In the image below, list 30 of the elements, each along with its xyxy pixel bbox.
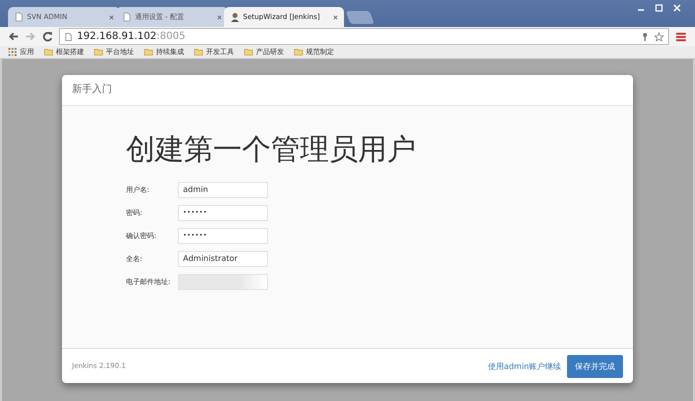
close-tab-icon[interactable] xyxy=(109,14,114,20)
maximize-button[interactable] xyxy=(655,4,663,12)
key-icon[interactable] xyxy=(640,32,650,42)
page-icon xyxy=(122,12,132,22)
url-host: 192.168.91.102 xyxy=(77,31,157,42)
folder-icon xyxy=(194,48,203,56)
reload-button[interactable] xyxy=(42,31,53,42)
continue-as-admin-link[interactable]: 使用admin账户继续 xyxy=(488,360,561,372)
apps-grid-icon xyxy=(8,48,17,56)
star-icon[interactable] xyxy=(654,32,664,42)
page-heading: 创建第一个管理员用户 xyxy=(126,131,417,168)
close-tab-icon[interactable] xyxy=(217,14,222,20)
folder-icon xyxy=(144,48,153,56)
save-and-finish-button[interactable]: 保存并完成 xyxy=(567,354,623,378)
address-bar[interactable]: 192.168.91.102:8005 xyxy=(59,28,669,45)
text-field[interactable]: admin xyxy=(178,182,268,198)
page-icon xyxy=(14,12,24,22)
url-port: :8005 xyxy=(156,31,186,42)
folder-icon xyxy=(244,48,253,56)
close-tab-icon[interactable] xyxy=(333,14,338,20)
folder-icon xyxy=(294,48,303,56)
close-button[interactable] xyxy=(673,4,681,12)
back-button[interactable] xyxy=(8,31,19,42)
menu-icon[interactable] xyxy=(675,30,687,42)
email-field[interactable] xyxy=(178,274,268,290)
text-field[interactable]: Administrator xyxy=(178,251,268,267)
avatar-icon xyxy=(230,12,240,22)
folder-icon xyxy=(94,48,103,56)
page-icon xyxy=(64,32,73,42)
folder-icon xyxy=(44,48,53,56)
